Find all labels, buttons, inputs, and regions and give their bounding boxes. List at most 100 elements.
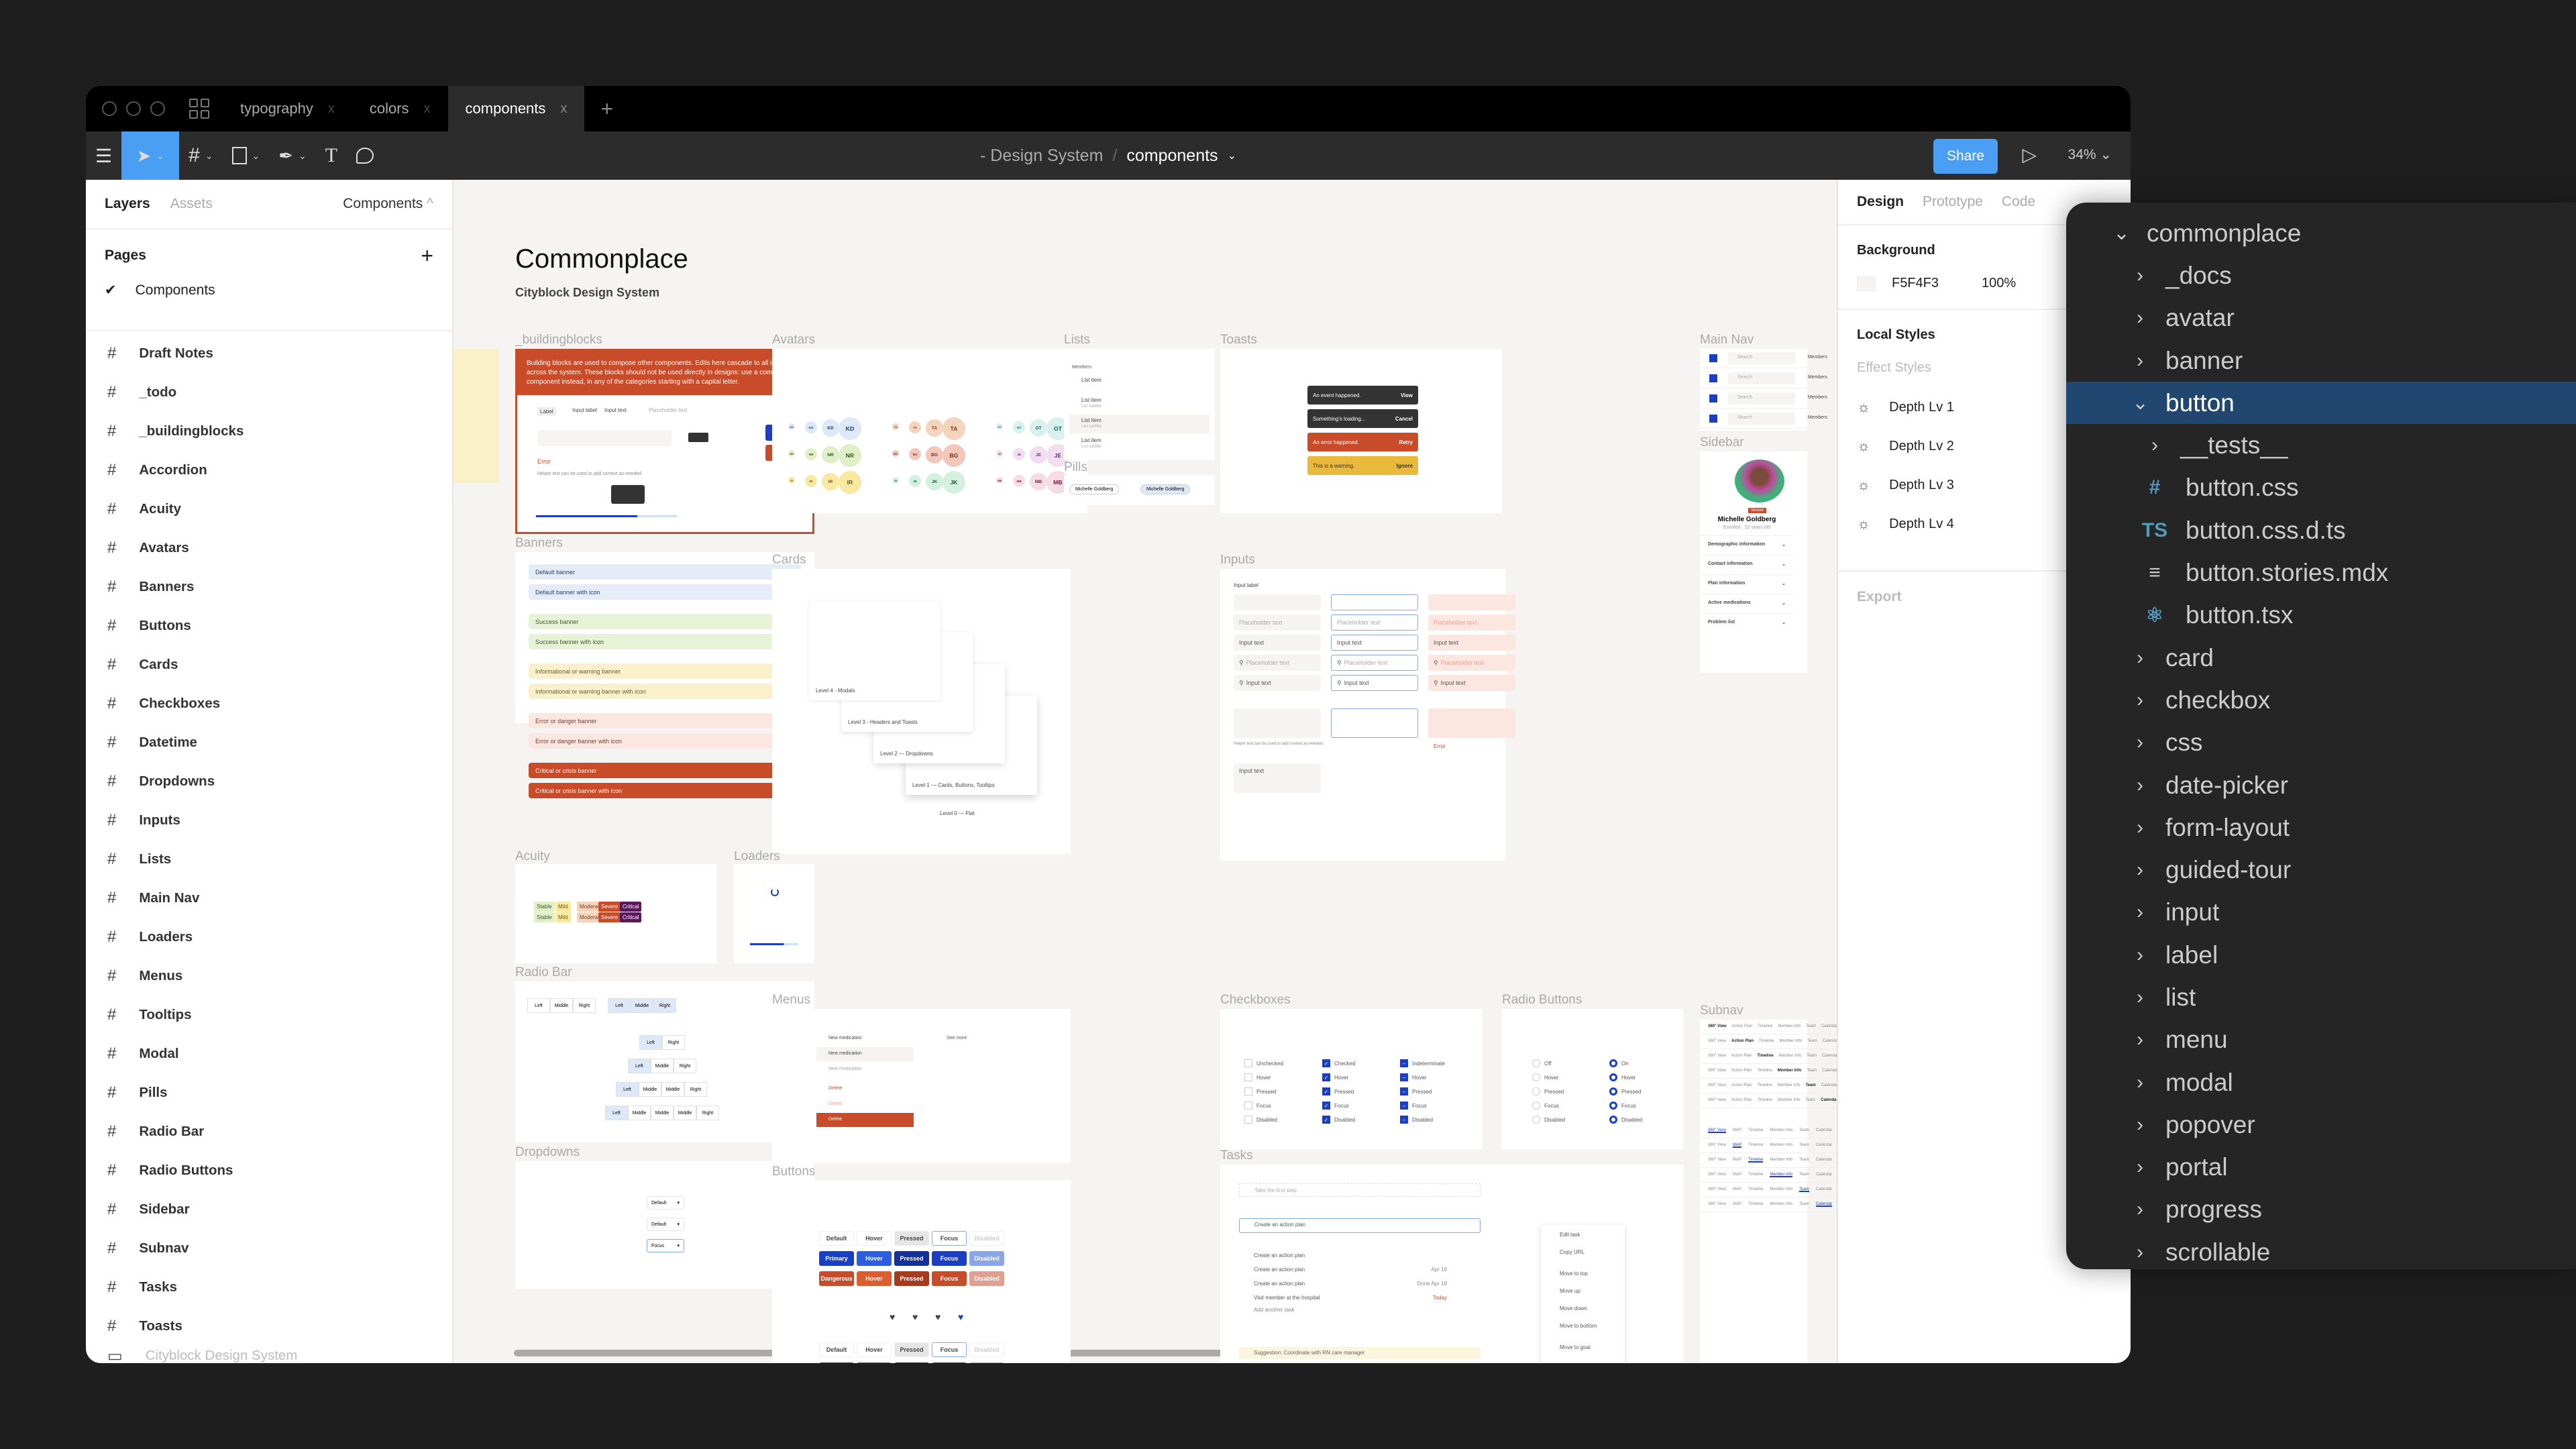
- subnav-tab[interactable]: Calendar: [1822, 1069, 1837, 1073]
- radio-sample[interactable]: Off: [1532, 1059, 1552, 1067]
- subnav-tab[interactable]: Team: [1805, 1083, 1815, 1088]
- subnav-tab[interactable]: 360° View: [1708, 1083, 1726, 1088]
- layer-item[interactable]: # Lists: [86, 840, 452, 879]
- breadcrumb-project[interactable]: - Design System: [980, 146, 1103, 166]
- banner[interactable]: Critical or crisis banner with iconActio…: [529, 783, 801, 798]
- radio-sample[interactable]: Hover: [1532, 1073, 1558, 1081]
- bb-input-field[interactable]: [537, 430, 672, 446]
- menu-item[interactable]: New medication: [816, 1032, 914, 1046]
- task-row[interactable]: Create an action plan Apr 19: [1239, 1264, 1481, 1276]
- text-input[interactable]: [1428, 594, 1515, 610]
- frame-acuity[interactable]: Stable Mild Moderate Severe Critical Stable Mi…: [515, 864, 716, 963]
- add-task-button[interactable]: Add another task: [1254, 1307, 1294, 1313]
- button-sample[interactable]: Focus: [932, 1271, 967, 1286]
- nav-link-members[interactable]: Members: [1808, 355, 1827, 360]
- radio-sample[interactable]: Hover: [1609, 1073, 1635, 1081]
- subnav-tab[interactable]: 360° View: [1708, 1187, 1726, 1192]
- frame-label-tasks[interactable]: Tasks: [1220, 1148, 1253, 1163]
- layer-item[interactable]: # _buildingblocks: [86, 412, 452, 451]
- text-input[interactable]: ⚲ Input text: [1428, 675, 1515, 691]
- text-input[interactable]: ⚲ Placeholder text: [1331, 655, 1418, 671]
- radio-sample[interactable]: Focus: [1609, 1102, 1636, 1110]
- radio-bar-segment[interactable]: Left: [608, 998, 631, 1013]
- radio-bar-segment[interactable]: Left: [527, 998, 550, 1013]
- pen-tool-button[interactable]: ✒ ⌄: [269, 131, 316, 180]
- layer-item[interactable]: # Banners: [86, 568, 452, 606]
- frame-label-radio_bar[interactable]: Radio Bar: [515, 965, 572, 980]
- subnav-tab[interactable]: Member Info: [1770, 1158, 1792, 1163]
- menu-item[interactable]: New medication: [816, 1063, 914, 1077]
- textarea[interactable]: [1331, 708, 1418, 738]
- zoom-level-dropdown[interactable]: 34% ⌄: [2068, 146, 2112, 163]
- frame-toasts[interactable]: An event happened. View Something's loadin…: [1220, 349, 1502, 513]
- tree-item-checkbox[interactable]: › checkbox: [2066, 679, 2576, 721]
- layer-item[interactable]: # _todo: [86, 373, 452, 412]
- tree-item-card[interactable]: › card: [2066, 637, 2576, 679]
- tree-item-button-stories-mdx[interactable]: ≡ button.stories.mdx: [2066, 551, 2576, 594]
- page-item-components[interactable]: ✔ Components: [105, 282, 433, 299]
- subnav-tab[interactable]: Timeline: [1748, 1158, 1764, 1163]
- frame-inputs[interactable]: Input label Placeholder text Input text ⚲ Pl…: [1220, 569, 1515, 861]
- button-sample[interactable]: Default: [819, 1231, 854, 1246]
- checkbox-sample[interactable]: – Disabled: [1400, 1116, 1433, 1124]
- sidebar-accordion[interactable]: Plan information ⌄: [1700, 574, 1794, 594]
- subnav-tab[interactable]: Member Info: [1770, 1202, 1792, 1207]
- layer-item[interactable]: # Accordion: [86, 451, 452, 490]
- text-input[interactable]: Placeholder text: [1331, 614, 1418, 631]
- subnav-tab[interactable]: Member Info: [1778, 1069, 1802, 1073]
- text-input[interactable]: Input text: [1234, 635, 1321, 651]
- frame-label-lists[interactable]: Lists: [1064, 333, 1090, 347]
- subnav-tab[interactable]: MAP: [1733, 1158, 1741, 1163]
- subnav-tab[interactable]: Calendar: [1816, 1173, 1832, 1177]
- text-input[interactable]: Input text: [1331, 635, 1418, 651]
- close-tab-icon[interactable]: x: [424, 101, 431, 117]
- radio-sample[interactable]: On: [1609, 1059, 1629, 1067]
- dropdown[interactable]: Focus ▾: [647, 1239, 684, 1252]
- subnav-tab[interactable]: MAP: [1733, 1173, 1741, 1177]
- subnav-tab[interactable]: 360° View: [1708, 1143, 1726, 1148]
- frame-label-sidebar[interactable]: Sidebar: [1700, 435, 1744, 450]
- layer-item[interactable]: # Main Nav: [86, 879, 452, 918]
- text-input[interactable]: ⚲ Input text: [1234, 675, 1321, 691]
- subnav-tab[interactable]: 360° View: [1708, 1128, 1726, 1133]
- radio-sample[interactable]: Pressed: [1532, 1087, 1564, 1095]
- task-menu-item[interactable]: Edit task: [1560, 1232, 1580, 1238]
- checkbox-sample[interactable]: – Focus: [1400, 1102, 1427, 1110]
- subnav-tab[interactable]: Timeline: [1757, 1083, 1772, 1088]
- subnav-tab[interactable]: Team: [1806, 1024, 1816, 1029]
- layer-item[interactable]: # Acuity: [86, 490, 452, 529]
- tree-item-label[interactable]: › label: [2066, 934, 2576, 976]
- layer-item[interactable]: # Dropdowns: [86, 762, 452, 801]
- tree-item-tests[interactable]: › __tests__: [2066, 424, 2576, 466]
- present-play-icon[interactable]: ▷: [2022, 144, 2037, 166]
- frame-subnav[interactable]: 360° View Action Plan Timeline Member Info T…: [1700, 1020, 1837, 1363]
- checkbox-sample[interactable]: Hover: [1244, 1073, 1271, 1081]
- frame-buttons[interactable]: Default Hover Pressed Focus Disabled Primary H…: [772, 1181, 1071, 1363]
- radio-bar-segment[interactable]: Left: [616, 1082, 639, 1097]
- radio-sample[interactable]: Disabled: [1532, 1116, 1565, 1124]
- button-sample[interactable]: Primary: [819, 1251, 854, 1266]
- radio-bar-segment[interactable]: Right: [653, 998, 676, 1013]
- banner[interactable]: Informational or warning bannerAction: [529, 663, 801, 679]
- checkbox-sample[interactable]: Pressed: [1244, 1087, 1276, 1095]
- textarea[interactable]: [1234, 708, 1321, 738]
- button-sample[interactable]: Focus: [932, 1342, 967, 1357]
- radio-bar-segment[interactable]: Middle: [651, 1059, 674, 1073]
- button-sample[interactable]: Pressed: [894, 1251, 929, 1266]
- checkbox-sample[interactable]: – Indeterminate: [1400, 1059, 1445, 1067]
- frame-tool-button[interactable]: # ⌄: [179, 131, 222, 180]
- checkbox-sample[interactable]: ✓ Hover: [1322, 1073, 1348, 1081]
- button-sample[interactable]: Default: [819, 1342, 854, 1357]
- frame-radio_buttons[interactable]: Off Hover Pressed Focus Disabled On Hover Press…: [1502, 1009, 1683, 1150]
- checkbox-sample[interactable]: – Pressed: [1400, 1087, 1432, 1095]
- task-menu-item[interactable]: Move to goal: [1560, 1344, 1591, 1350]
- main-menu-button[interactable]: ☰: [86, 131, 121, 180]
- layer-item-component[interactable]: ▭ Cityblock Design System: [86, 1346, 452, 1364]
- tree-item-popover[interactable]: › popover: [2066, 1104, 2576, 1146]
- subnav-tab[interactable]: Member Info: [1779, 1039, 1802, 1044]
- radio-bar-segment[interactable]: Middle: [661, 1082, 684, 1097]
- banner[interactable]: Critical or crisis bannerAction: [529, 763, 801, 778]
- tree-item-progress[interactable]: › progress: [2066, 1189, 2576, 1231]
- subnav-tab[interactable]: Timeline: [1757, 1069, 1772, 1073]
- layer-item[interactable]: # Tasks: [86, 1268, 452, 1307]
